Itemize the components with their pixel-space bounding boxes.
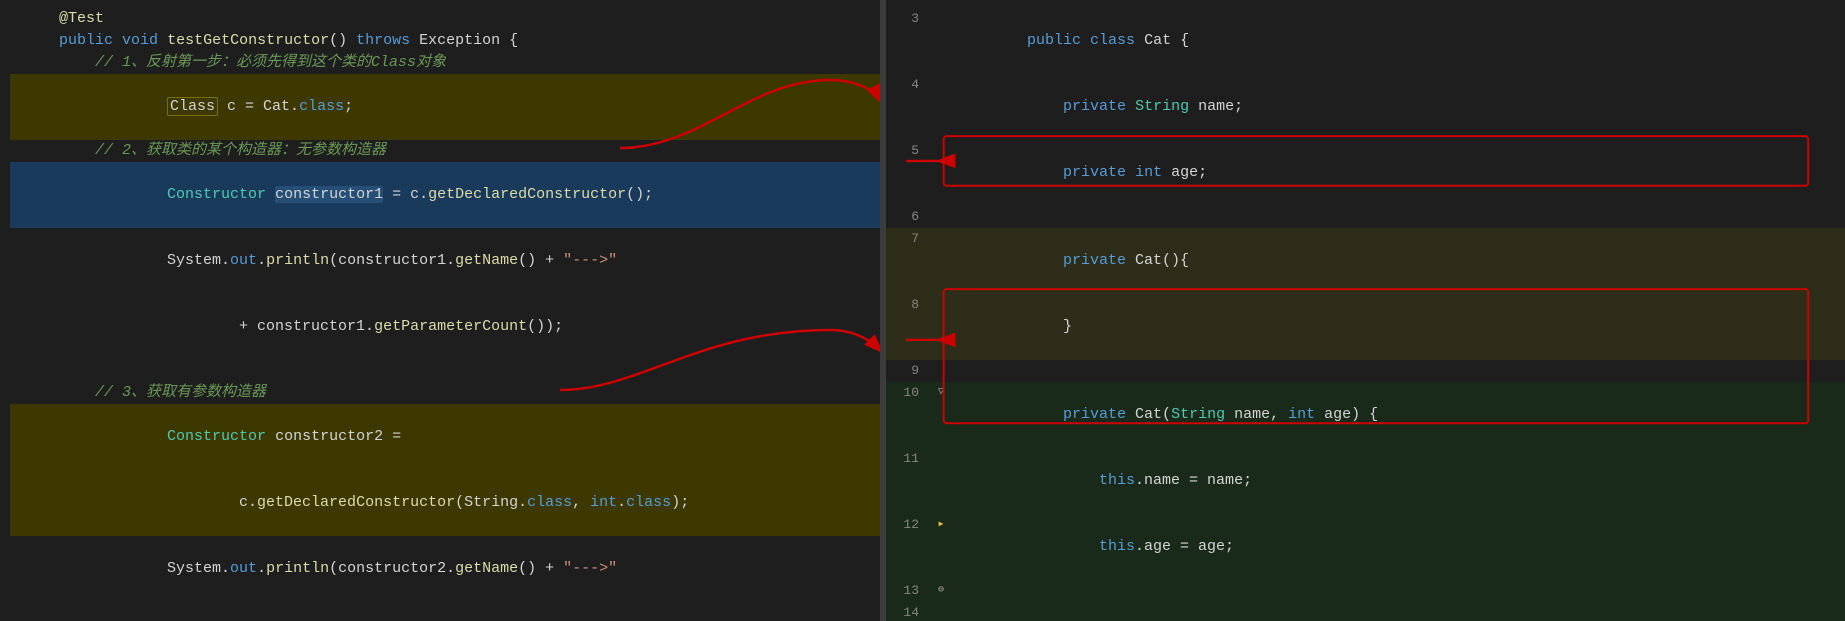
class-keyword-highlight: Class — [167, 97, 218, 116]
code-line-constructor2b: c.getDeclaredConstructor(String.class, i… — [10, 470, 880, 536]
right-line-4: 4 private String name; — [886, 74, 1845, 140]
code-line-class-decl: Class c = Cat.class; — [10, 74, 880, 140]
code-line-comment1: // 1、反射第一步：必须先得到这个类的Class对象 — [10, 52, 880, 74]
left-code-panel: @Test public void testGetConstructor() t… — [0, 0, 880, 621]
code-line-println1b: + constructor1.getParameterCount()); — [10, 294, 880, 360]
right-line-8: 8 } — [886, 294, 1845, 360]
right-line-6: 6 — [886, 206, 1845, 228]
right-line-14: 14 } — [886, 602, 1845, 621]
code-line-constructor2a: Constructor constructor2 = — [10, 404, 880, 470]
code-line-annotation: @Test — [10, 8, 880, 30]
right-line-11: 11 this.name = name; — [886, 448, 1845, 514]
code-line-empty1 — [10, 360, 880, 382]
right-line-10: 10 ▽ private Cat(String name, int age) { — [886, 382, 1845, 448]
code-line-comment2: // 2、获取类的某个构造器：无参数构造器 — [10, 140, 880, 162]
right-line-9: 9 — [886, 360, 1845, 382]
right-code-panel: 3 public class Cat { 4 private String na… — [886, 0, 1845, 621]
code-line-println1a: System.out.println(constructor1.getName(… — [10, 228, 880, 294]
code-line-println2a: System.out.println(constructor2.getName(… — [10, 536, 880, 602]
right-line-13: 13 ⊖ — [886, 580, 1845, 602]
right-line-7: 7 private Cat(){ — [886, 228, 1845, 294]
right-line-12: 12 ▶ this.age = age; — [886, 514, 1845, 580]
code-line-constructor1: Constructor constructor1 = c.getDeclared… — [10, 162, 880, 228]
code-line-println2b: + constructor2.getParameterCount()); — [10, 602, 880, 621]
right-code-content: 3 public class Cat { 4 private String na… — [886, 8, 1845, 621]
code-line-comment3: // 3、获取有参数构造器 — [10, 382, 880, 404]
constructor1-var: constructor1 — [275, 186, 383, 203]
code-line-method-sig: public void testGetConstructor() throws … — [10, 30, 880, 52]
right-line-5: 5 private int age; — [886, 140, 1845, 206]
right-line-3: 3 public class Cat { — [886, 8, 1845, 74]
